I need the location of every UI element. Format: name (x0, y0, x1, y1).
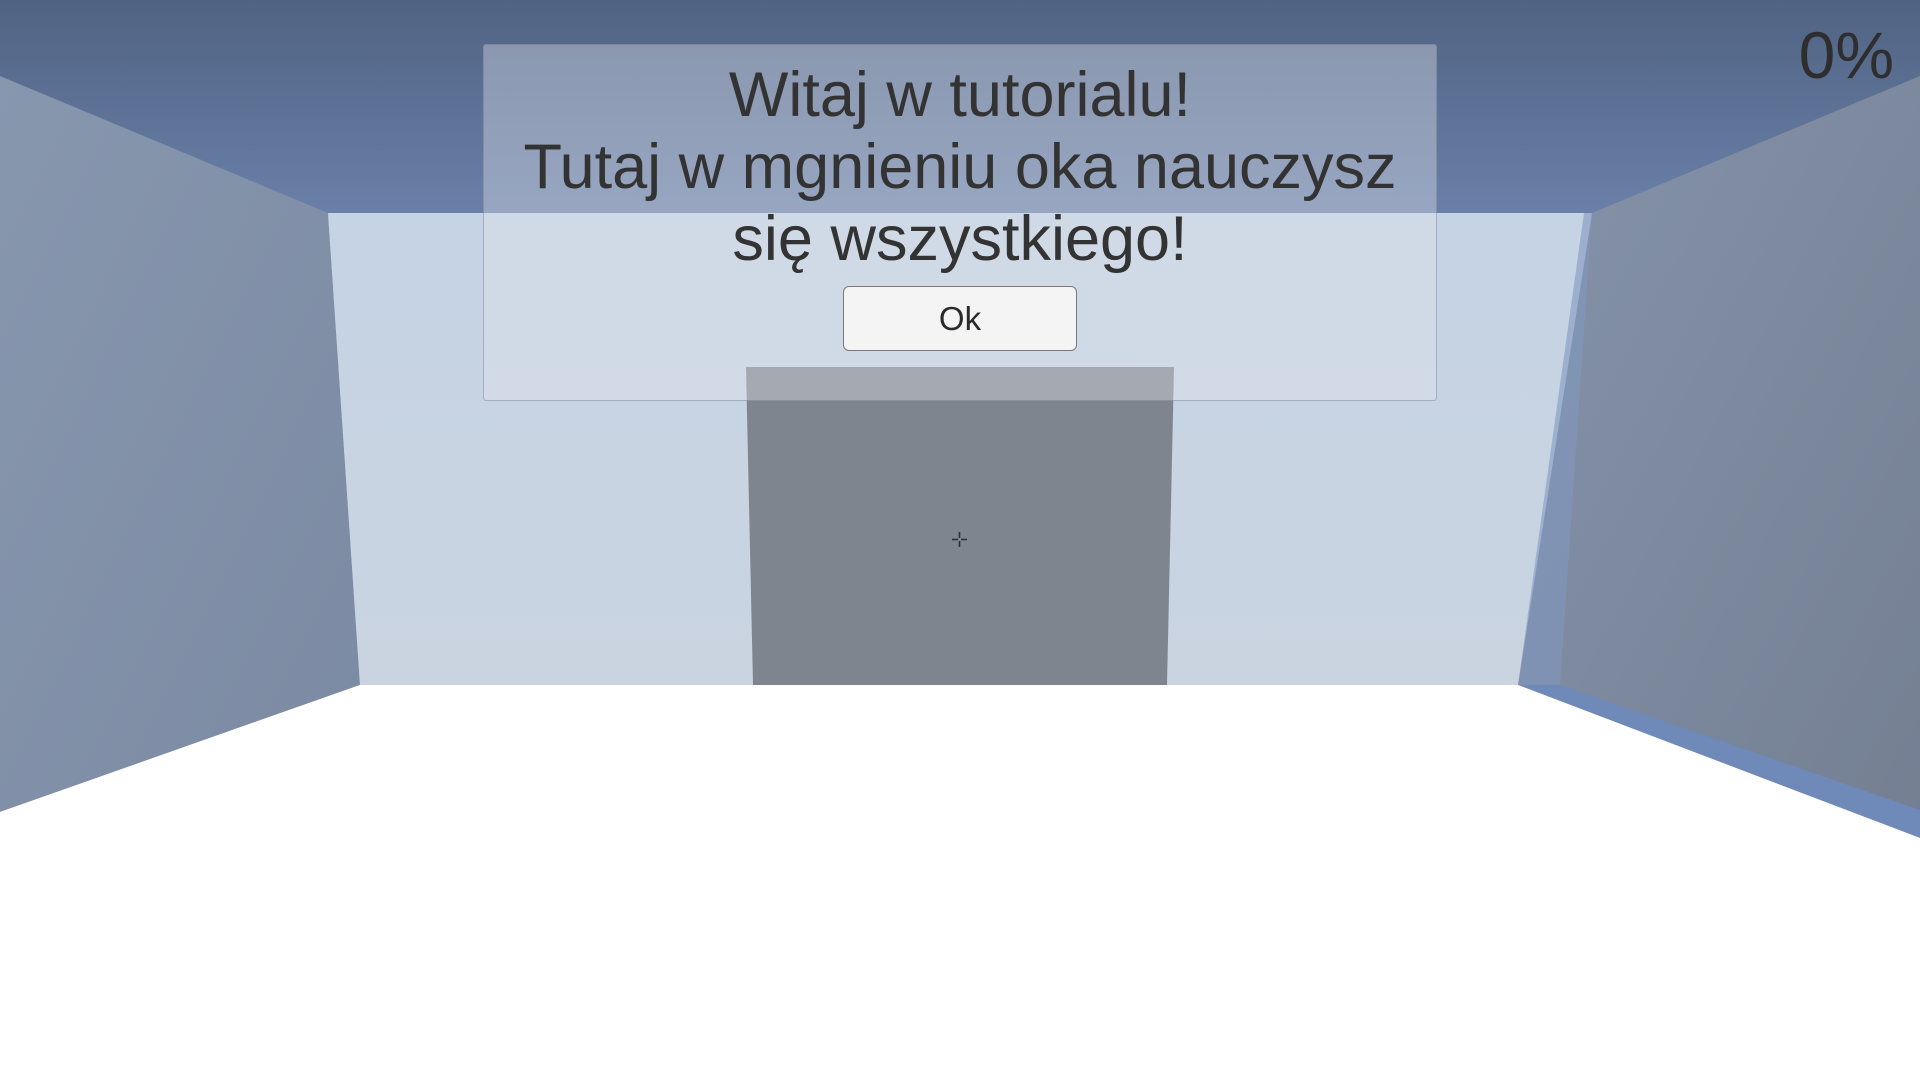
dialog-message-line: się wszystkiego! (732, 204, 1188, 274)
dialog-message-line: Tutaj w mgnieniu oka nauczysz (523, 132, 1397, 202)
dialog-message-line: Witaj w tutorialu! (728, 60, 1192, 130)
dialog-message: Witaj w tutorialu! Tutaj w mgnieniu oka … (504, 59, 1416, 275)
game-viewport[interactable]: 0% Witaj w tutorialu! Tutaj w mgnieniu o… (0, 0, 1920, 1080)
tutorial-dialog: Witaj w tutorialu! Tutaj w mgnieniu oka … (483, 44, 1437, 401)
progress-percent: 0% (1798, 18, 1894, 92)
crosshair-icon (952, 532, 967, 547)
ok-button[interactable]: Ok (843, 286, 1077, 351)
door (746, 367, 1174, 685)
floor (0, 685, 1920, 1080)
